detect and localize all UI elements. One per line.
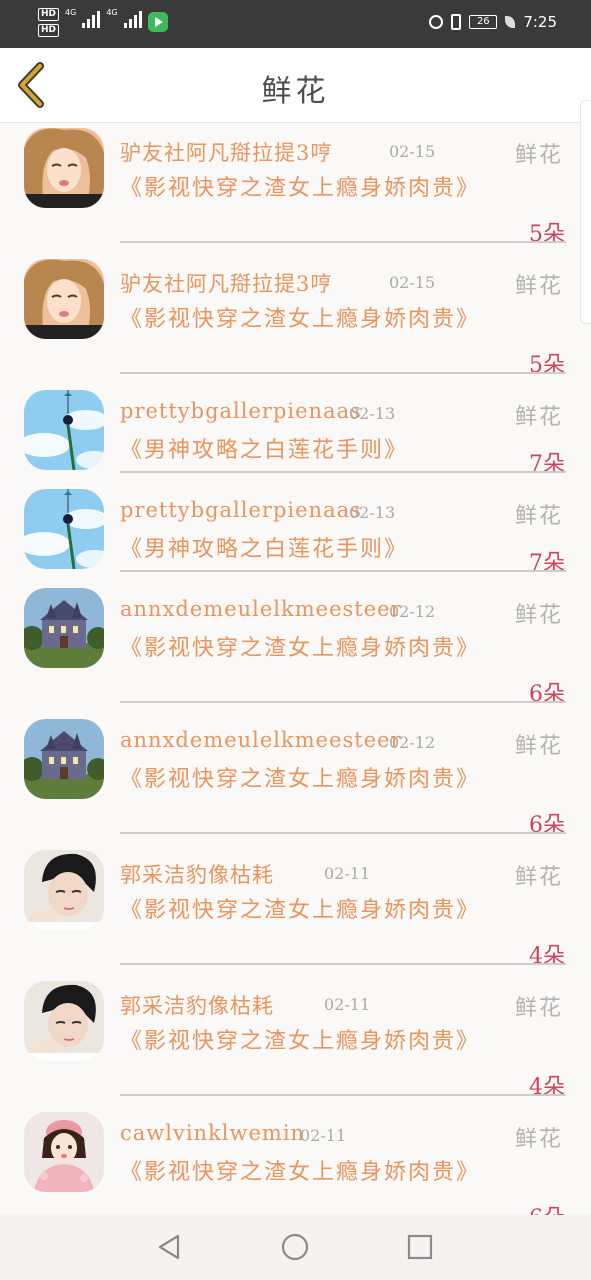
list-item[interactable]: annxdemeulelkmeesteer 02-12 鲜花《影视快穿之渣女上瘾身娇… [0, 714, 591, 845]
flower-count: 6朵 [529, 682, 565, 707]
row-divider [120, 570, 566, 572]
list-item[interactable]: 郭采洁豹像枯耗 02-11 鲜花《影视快穿之渣女上瘾身娇肉贵》 4朵 [0, 845, 591, 976]
gift-date: 02-13 [349, 404, 396, 423]
status-right: 26 7:25 [429, 13, 557, 31]
user-avatar[interactable] [24, 128, 104, 208]
book-title[interactable]: 《男神攻略之白莲花手则》 [120, 435, 480, 467]
book-title[interactable]: 《男神攻略之白莲花手则》 [120, 534, 480, 566]
row-divider [120, 832, 566, 834]
user-name: prettybgallerpienaas [120, 399, 362, 423]
gift-date: 02-15 [389, 142, 436, 161]
flower-count: 4朵 [529, 944, 565, 969]
user-name: 郭采洁豹像枯耗 [120, 994, 274, 1018]
user-name: 郭采洁豹像枯耗 [120, 863, 274, 887]
nav-home-button[interactable] [279, 1231, 311, 1263]
user-avatar[interactable] [24, 489, 104, 569]
gift-type-label: 鲜花 [514, 504, 563, 529]
book-title[interactable]: 《影视快穿之渣女上瘾身娇肉贵》 [120, 173, 480, 205]
flower-count: 5朵 [529, 222, 565, 247]
page-title: 鲜花 [261, 74, 330, 109]
row-divider [120, 241, 566, 243]
network-type: 4G [106, 8, 118, 17]
video-app-icon [147, 12, 168, 32]
user-avatar[interactable] [24, 850, 104, 930]
user-avatar[interactable] [24, 259, 104, 339]
home-circle-icon [281, 1233, 309, 1261]
hd-badge: HD [38, 24, 60, 37]
list-item[interactable]: 驴友社阿凡搿拉提3哼 02-15 鲜花《影视快穿之渣女上瘾身娇肉贵》 5朵 [0, 123, 591, 254]
flower-count: 7朵 [529, 452, 565, 477]
header-bar: 鲜花 [0, 48, 591, 324]
gift-date: 02-12 [389, 602, 436, 621]
flower-count: 5朵 [529, 353, 565, 378]
user-avatar[interactable] [24, 1112, 104, 1192]
gift-type-label: 鲜花 [514, 143, 563, 168]
signal-icon [82, 10, 101, 28]
gift-type-label: 鲜花 [514, 1127, 563, 1152]
nav-recents-button[interactable] [404, 1231, 436, 1263]
user-avatar[interactable] [24, 719, 104, 799]
gift-type-label: 鲜花 [514, 734, 563, 759]
flower-count: 6朵 [529, 813, 565, 838]
user-name: annxdemeulelkmeesteer [120, 597, 402, 621]
clock: 7:25 [523, 13, 557, 31]
recents-square-icon [407, 1234, 433, 1260]
user-name: 驴友社阿凡搿拉提3哼 [120, 272, 333, 296]
gift-type-label: 鲜花 [514, 996, 563, 1021]
flower-record-list[interactable]: 驴友社阿凡搿拉提3哼 02-15 鲜花 《影视快穿之渣女上瘾身娇肉贵》 5朵 驴友社阿凡搿… [0, 123, 591, 1215]
flower-count: 7朵 [529, 551, 565, 576]
nav-back-button[interactable] [154, 1231, 186, 1263]
row-divider [120, 471, 566, 473]
user-name: 驴友社阿凡搿拉提3哼 [120, 141, 333, 165]
book-title[interactable]: 《影视快穿之渣女上瘾身娇肉贵》 [120, 304, 480, 336]
row-divider [120, 963, 566, 965]
power-saving-icon [505, 16, 516, 28]
user-name: prettybgallerpienaas [120, 498, 362, 522]
book-title[interactable]: 《影视快穿之渣女上瘾身娇肉贵》 [120, 895, 480, 927]
user-avatar[interactable] [24, 390, 104, 470]
network-type: 4G [65, 8, 77, 17]
alarm-icon [429, 15, 444, 29]
system-nav-bar [0, 1215, 591, 1280]
gift-type-label: 鲜花 [514, 274, 563, 299]
flower-count: 4朵 [529, 1075, 565, 1100]
user-name: annxdemeulelkmeesteer [120, 728, 402, 752]
list-item[interactable]: prettybgallerpienaas 02-13 鲜花《男神攻略之白莲花手则》 7… [0, 385, 591, 484]
gift-date: 02-11 [324, 864, 371, 883]
gift-type-label: 鲜花 [514, 603, 563, 628]
vibrate-icon [451, 14, 462, 30]
gift-type-label: 鲜花 [514, 405, 563, 430]
gift-type-label: 鲜花 [514, 865, 563, 890]
user-avatar[interactable] [24, 588, 104, 668]
status-bar: HD HD 4G 4G 26 7:25 [0, 0, 591, 48]
row-divider [120, 701, 566, 703]
user-name: cawlvinklwemin [120, 1121, 306, 1145]
book-title[interactable]: 《影视快穿之渣女上瘾身娇肉贵》 [120, 633, 480, 665]
gift-date: 02-11 [324, 995, 371, 1014]
gift-date: 02-15 [389, 273, 436, 292]
gift-date: 02-13 [349, 503, 396, 522]
list-item[interactable]: prettybgallerpienaas 02-13 鲜花《男神攻略之白莲花手则》 7… [0, 484, 591, 583]
list-item[interactable]: annxdemeulelkmeesteer 02-12 鲜花《影视快穿之渣女上瘾身娇… [0, 583, 591, 714]
flower-count: 6朵 [529, 1200, 565, 1215]
user-avatar[interactable] [24, 981, 104, 1061]
status-left: HD HD 4G 4G [38, 8, 168, 37]
back-triangle-icon [158, 1234, 180, 1260]
book-title[interactable]: 《影视快穿之渣女上瘾身娇肉贵》 [120, 1026, 480, 1058]
row-divider [120, 372, 566, 374]
book-title[interactable]: 《影视快穿之渣女上瘾身娇肉贵》 [120, 1157, 480, 1189]
gift-date: 02-11 [300, 1126, 347, 1145]
list-item[interactable]: 郭采洁豹像枯耗 02-11 鲜花《影视快穿之渣女上瘾身娇肉贵》 4朵 [0, 976, 591, 1107]
list-item[interactable]: 驴友社阿凡搿拉提3哼 02-15 鲜花《影视快穿之渣女上瘾身娇肉贵》 5朵 [0, 254, 591, 385]
list-item[interactable]: cawlvinklwemin02-11 鲜花《影视快穿之渣女上瘾身娇肉贵》 6朵 [0, 1107, 591, 1215]
hd-badge: HD [38, 8, 60, 21]
book-title[interactable]: 《影视快穿之渣女上瘾身娇肉贵》 [120, 764, 480, 796]
signal-icon [123, 10, 142, 28]
battery-icon: 26 [469, 15, 498, 29]
row-divider [120, 1094, 566, 1096]
gift-date: 02-12 [389, 733, 436, 752]
